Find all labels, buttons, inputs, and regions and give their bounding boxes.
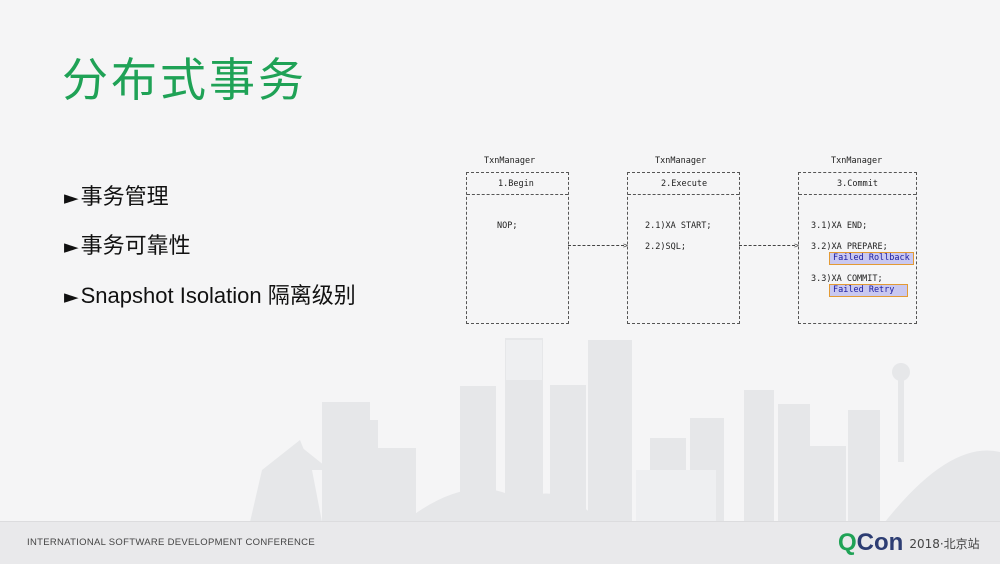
phase-box-execute: 2.Execute 2.1)XA START; 2.2)SQL; — [627, 172, 740, 324]
divider — [799, 194, 916, 195]
bullet-text: Snapshot Isolation 隔离级别 — [80, 283, 356, 308]
conference-name: INTERNATIONAL SOFTWARE DEVELOPMENT CONFE… — [27, 537, 315, 548]
failed-retry-tag: Failed Retry — [829, 284, 908, 297]
txn-diagram: TxnManager 1.Begin NOP; > TxnManager 2.E… — [460, 152, 930, 332]
step-line: 2.1)XA START; — [645, 221, 712, 231]
phase-label: 2.Execute — [661, 179, 708, 189]
step-line: NOP; — [497, 221, 518, 231]
step-line: 3.1)XA END; — [811, 221, 868, 231]
triangle-bullet-icon: ► — [64, 236, 79, 258]
divider — [628, 194, 739, 195]
step-line: 3.3)XA COMMIT; — [811, 274, 883, 284]
logo-con: Con — [856, 529, 904, 556]
bullet-list: ►事务管理 ►事务可靠性 ►Snapshot Isolation 隔离级别 — [64, 180, 356, 327]
column-manager-label: TxnManager — [655, 156, 707, 166]
phase-label: 3.Commit — [837, 179, 878, 189]
bullet-item: ►Snapshot Isolation 隔离级别 — [64, 278, 356, 327]
logo-q: Q — [838, 529, 857, 556]
phase-label: 1.Begin — [498, 179, 534, 189]
step-line: 3.2)XA PREPARE; — [811, 242, 888, 252]
phase-box-commit: 3.Commit 3.1)XA END; 3.2)XA PREPARE; Fai… — [798, 172, 917, 324]
qcon-logo: Q Con 2018·北京站 — [838, 528, 980, 558]
bullet-item: ►事务可靠性 — [64, 229, 356, 278]
divider — [467, 194, 568, 195]
arrow-execute-to-commit: > — [739, 241, 799, 250]
column-manager-label: TxnManager — [484, 156, 536, 166]
triangle-bullet-icon: ► — [64, 286, 79, 308]
event-label: 2018·北京站 — [909, 536, 980, 551]
phase-box-begin: 1.Begin NOP; — [466, 172, 569, 324]
step-line: 2.2)SQL; — [645, 242, 686, 252]
arrow-begin-to-execute: > — [568, 241, 628, 250]
slide-title: 分布式事务 — [62, 53, 307, 107]
column-manager-label: TxnManager — [831, 156, 883, 166]
bullet-item: ►事务管理 — [64, 180, 356, 229]
footer-bar: INTERNATIONAL SOFTWARE DEVELOPMENT CONFE… — [0, 521, 1000, 564]
triangle-bullet-icon: ► — [64, 187, 79, 209]
bullet-text: 事务管理 — [80, 185, 169, 210]
bullet-text: 事务可靠性 — [80, 234, 191, 259]
failed-rollback-tag: Failed Rollback — [829, 252, 914, 265]
